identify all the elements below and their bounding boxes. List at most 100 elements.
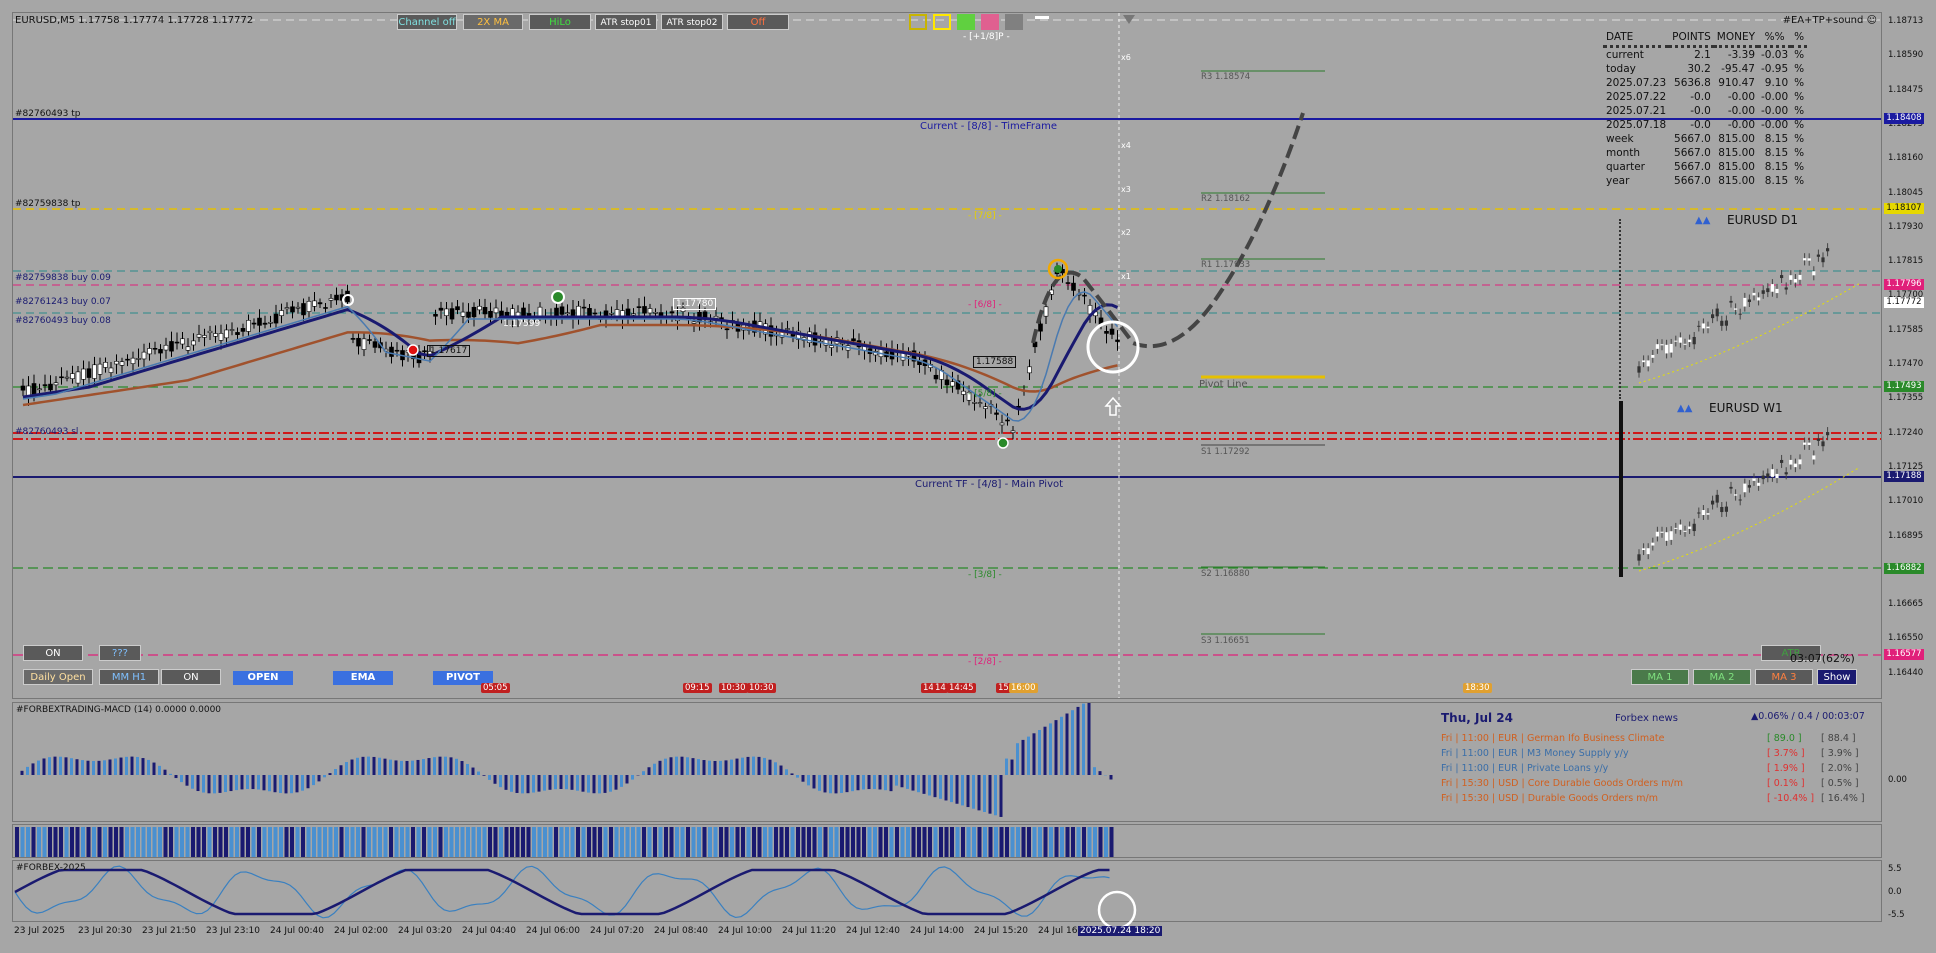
- forbex-panel[interactable]: #FORBEX-2025: [12, 860, 1882, 922]
- macd-bar: [356, 757, 359, 775]
- off-button[interactable]: Off: [727, 14, 789, 30]
- main-chart-area[interactable]: EURUSD,M5 1.17758 1.17774 1.17728 1.1777…: [12, 12, 1882, 699]
- news-item[interactable]: Fri | 15:30 | USD | Durable Goods Orders…: [1441, 793, 1871, 804]
- band-bar: [983, 827, 987, 857]
- macd-bar: [559, 775, 563, 790]
- daily-open-button[interactable]: Daily Open: [23, 669, 93, 685]
- w1-mini-chart[interactable]: ▲▲ EURUSD W1: [1619, 401, 1879, 591]
- candle-body: [213, 333, 218, 337]
- price-tick: 1.18160: [1888, 153, 1924, 164]
- price-tick: 1.18713: [1888, 16, 1924, 26]
- macd-bar: [240, 775, 244, 790]
- news-tag[interactable]: 18:30: [1463, 683, 1492, 693]
- atr-stop01-button[interactable]: ATR stop01: [595, 14, 657, 30]
- macd-bar: [334, 768, 337, 775]
- on-button-1[interactable]: ON: [23, 645, 83, 661]
- ma1-button[interactable]: MA 1: [1631, 669, 1689, 685]
- macd-bar: [235, 775, 238, 791]
- macd-panel[interactable]: #FORBEXTRADING-MACD (14) 0.0000 0.0000 T…: [12, 702, 1882, 822]
- news-tag[interactable]: 10:30: [719, 683, 748, 693]
- news-item[interactable]: Fri | 11:00 | EUR | German Ifo Business …: [1441, 733, 1871, 744]
- band-bar: [977, 827, 982, 857]
- news-item-text: Fri | 11:00 | EUR | Private Loans y/y: [1441, 763, 1609, 774]
- atr-stop02-button[interactable]: ATR stop02: [661, 14, 723, 30]
- news-item[interactable]: Fri | 15:30 | USD | Core Durable Goods O…: [1441, 778, 1871, 789]
- mini-body: [1807, 258, 1811, 261]
- stats-cell-unit: %: [1794, 49, 1805, 61]
- fast-ma-line: [22, 303, 1119, 411]
- ma2-button[interactable]: MA 2: [1693, 669, 1751, 685]
- candle-body: [251, 322, 257, 325]
- open-button[interactable]: OPEN: [233, 671, 293, 685]
- ma3-button[interactable]: MA 3: [1755, 669, 1813, 685]
- mini-body: [1780, 275, 1784, 279]
- swatch-olive[interactable]: [909, 14, 927, 30]
- candle-body: [229, 329, 235, 331]
- band-bar: [972, 827, 976, 857]
- hilo-button[interactable]: HiLo: [529, 14, 591, 30]
- murrey-8-8-label: Current - [8/8] - TimeFrame: [920, 121, 1058, 132]
- forbex-highlight-circle: [1097, 890, 1137, 930]
- news-tag[interactable]: 16:00: [1009, 683, 1038, 693]
- news-item-prev: [ 2.0% ]: [1821, 763, 1859, 774]
- stats-cell-unit: %: [1794, 175, 1805, 187]
- band-bar: [856, 827, 861, 857]
- time-marker-icon[interactable]: [1123, 15, 1135, 24]
- mini-body: [1660, 531, 1664, 533]
- swatch-pink[interactable]: [981, 14, 999, 30]
- mm-h1-button[interactable]: MM H1: [99, 669, 159, 685]
- macd-bar: [961, 775, 964, 806]
- candle-body: [141, 351, 147, 360]
- mini-body: [1793, 279, 1797, 283]
- price-axis[interactable]: 1.187131.185901.184751.182751.181601.180…: [1882, 12, 1936, 699]
- band-bar: [350, 827, 355, 857]
- swatch-yellow[interactable]: [933, 14, 951, 30]
- mini-body: [1724, 506, 1728, 512]
- macd-bar: [999, 775, 1003, 817]
- macd-bar: [191, 775, 194, 789]
- ttt-button[interactable]: ???: [99, 645, 141, 661]
- macd-bar: [70, 758, 73, 775]
- swatch-white[interactable]: [1035, 16, 1049, 19]
- news-tag[interactable]: 05:05: [481, 683, 510, 693]
- macd-bar: [262, 775, 266, 791]
- candle-body: [559, 306, 565, 315]
- d1-mini-chart[interactable]: ▲▲ EURUSD D1: [1619, 213, 1879, 403]
- swatch-gray[interactable]: [1005, 14, 1023, 30]
- mini-body: [1798, 274, 1802, 280]
- stats-cell-points: 5667.0: [1674, 175, 1711, 187]
- macd-bar: [807, 775, 810, 786]
- price-chart[interactable]: [13, 13, 1882, 699]
- band-bar: [147, 827, 151, 857]
- channel-off-button[interactable]: Channel off: [397, 14, 457, 30]
- swatch-green[interactable]: [957, 14, 975, 30]
- band-bar: [532, 827, 536, 857]
- stats-row: today 30.2 -95.47 -0.95%: [1603, 62, 1807, 76]
- news-tag[interactable]: 14: [933, 683, 948, 693]
- macd-bar: [213, 775, 216, 794]
- news-tag[interactable]: 14:45: [947, 683, 976, 693]
- candle-body: [438, 307, 444, 311]
- two-ma-button[interactable]: 2X MA: [463, 14, 523, 30]
- macd-bar: [752, 756, 755, 775]
- band-bar: [867, 827, 872, 857]
- band-bar: [873, 827, 877, 857]
- news-tag[interactable]: 09:15: [683, 683, 712, 693]
- macd-bar: [581, 775, 585, 792]
- macd-bar: [1060, 716, 1063, 775]
- time-tick: 24 Jul 10:00: [718, 926, 772, 936]
- band-bar: [999, 827, 1004, 857]
- mini-body: [1747, 299, 1751, 303]
- band-panel[interactable]: [12, 824, 1882, 858]
- news-item[interactable]: Fri | 11:00 | EUR | Private Loans y/y [ 1…: [1441, 763, 1871, 774]
- on-button-2[interactable]: ON: [161, 669, 221, 685]
- show-button[interactable]: Show: [1817, 669, 1857, 685]
- band-bar: [812, 827, 817, 857]
- stats-cell-unit: %: [1794, 91, 1805, 103]
- candle-body: [961, 390, 966, 395]
- mini-body: [1770, 284, 1774, 292]
- ema-button[interactable]: EMA: [333, 671, 393, 685]
- news-item[interactable]: Fri | 11:00 | EUR | M3 Money Supply y/y […: [1441, 748, 1871, 759]
- news-tag[interactable]: 10:30: [747, 683, 776, 693]
- mini-body: [1720, 506, 1724, 513]
